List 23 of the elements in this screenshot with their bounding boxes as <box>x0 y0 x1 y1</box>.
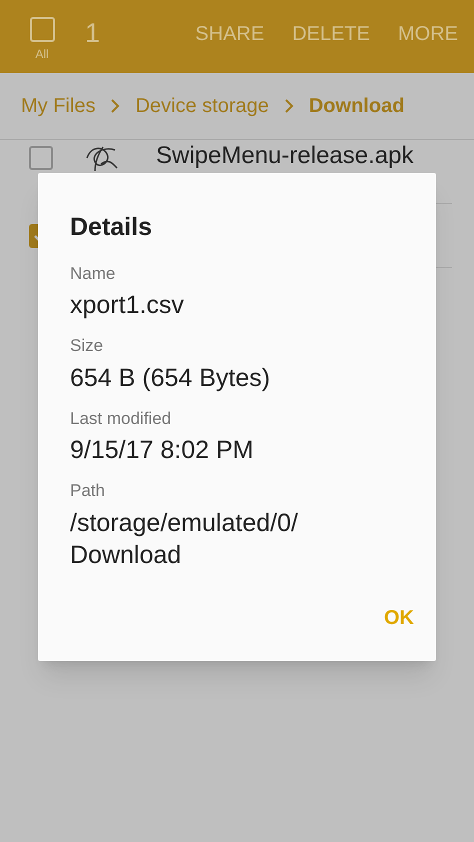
select-all-checkbox[interactable] <box>30 16 54 42</box>
action-button[interactable]: DELETE <box>292 18 370 48</box>
field-label: Size <box>70 335 104 357</box>
ok-button[interactable]: OK <box>384 602 414 632</box>
field-label: Name <box>70 262 116 284</box>
chevron-icon <box>109 98 122 114</box>
breadcrumb-item[interactable]: Download <box>308 91 404 121</box>
field-label: Last modified <box>70 408 172 430</box>
file-name: SwipeMenu-release.apk <box>156 142 414 170</box>
field-label: Path <box>70 480 106 502</box>
field-value: xport1.csv <box>70 290 185 321</box>
selected-count: 1 <box>85 17 100 50</box>
field-value: /storage/emulated/0/ Download <box>70 508 299 570</box>
action-button[interactable]: MORE <box>398 18 458 48</box>
field-value: 9/15/17 8:02 PM <box>70 435 254 466</box>
action-button[interactable]: SHARE <box>195 18 264 48</box>
breadcrumb-item[interactable]: My Files <box>21 91 96 121</box>
field-value: 654 B (654 Bytes) <box>70 362 272 394</box>
breadcrumb-item[interactable]: Device storage <box>135 91 269 121</box>
select-all-label: All <box>35 46 49 62</box>
chevron-icon <box>282 98 295 114</box>
checkbox[interactable] <box>29 146 53 170</box>
dialog-title: Details <box>70 212 153 243</box>
